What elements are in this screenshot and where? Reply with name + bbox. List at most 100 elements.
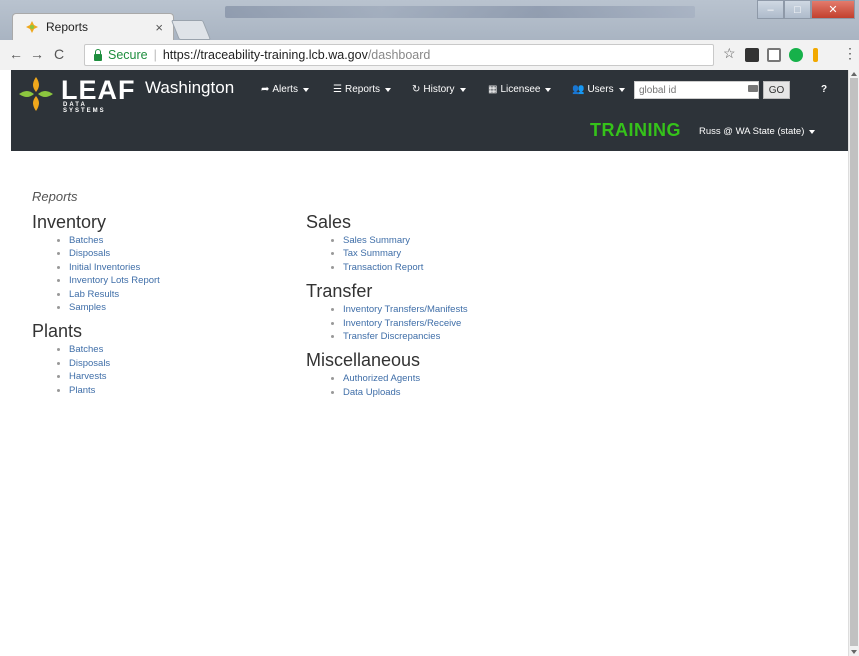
list-item: Batches [69, 343, 160, 356]
report-link[interactable]: Sales Summary [343, 235, 410, 246]
report-link-list: Batches Disposals Harvests Plants [32, 343, 160, 397]
url-host: https://traceability-training.lcb.wa.gov [162, 48, 368, 62]
pocket-extension-icon[interactable] [767, 48, 781, 62]
back-icon[interactable]: ← [9, 46, 23, 62]
report-link[interactable]: Disposals [69, 358, 110, 369]
report-link-list: Batches Disposals Initial Inventories Inven… [32, 234, 160, 314]
scroll-down-icon[interactable] [851, 650, 857, 654]
keyboard-icon[interactable] [748, 85, 758, 92]
menu-alerts-label: Alerts [272, 84, 298, 95]
reports-column-left: Inventory Batches Disposals Initial Invento… [32, 211, 160, 403]
refresh-icon: ↻ [412, 84, 421, 95]
list-item: Sales Summary [343, 234, 468, 247]
report-link[interactable]: Lab Results [69, 289, 119, 300]
report-link-list: Inventory Transfers/Manifests Inventory T… [306, 303, 468, 343]
chevron-down-icon [302, 87, 309, 92]
bookmark-star-icon[interactable]: ☆ [723, 45, 736, 62]
menu-licensee[interactable]: ▦ Licensee [488, 84, 552, 95]
list-item: Tax Summary [343, 247, 468, 260]
report-section-plants: Plants Batches Disposals Harvests Plants [32, 320, 160, 397]
address-bar[interactable]: Secure | https://traceability-training.l… [84, 44, 714, 66]
page-scrollbar[interactable] [848, 70, 859, 656]
forward-icon[interactable]: → [30, 46, 44, 62]
section-heading: Inventory [32, 212, 107, 232]
report-link[interactable]: Inventory Transfers/Manifests [343, 304, 468, 315]
report-link[interactable]: Batches [69, 344, 103, 355]
logo-subtext: DATA SYSTEMS [63, 102, 106, 114]
chevron-down-icon [459, 87, 466, 92]
report-link[interactable]: Samples [69, 302, 106, 313]
browser-tab[interactable]: Reports × [12, 13, 174, 40]
help-button[interactable]: ? [821, 84, 827, 95]
user-menu-label: Russ @ WA State (state) [699, 126, 805, 137]
list-item: Lab Results [69, 288, 160, 301]
report-section-inventory: Inventory Batches Disposals Initial Invento… [32, 211, 160, 314]
list-item: Samples [69, 301, 160, 314]
report-link[interactable]: Tax Summary [343, 248, 401, 259]
minimize-button[interactable]: – [757, 0, 784, 19]
extension-icon[interactable] [745, 48, 759, 62]
secure-label: Secure [108, 48, 148, 62]
report-link[interactable]: Transfer Discrepancies [343, 331, 440, 342]
chevron-down-icon [618, 87, 625, 92]
menu-history-label: History [423, 84, 455, 95]
report-link[interactable]: Authorized Agents [343, 373, 420, 384]
list-item: Inventory Lots Report [69, 274, 160, 287]
report-link[interactable]: Plants [69, 385, 95, 396]
menu-reports-label: Reports [344, 84, 380, 95]
report-section-sales: Sales Sales Summary Tax Summary Transaction… [306, 211, 468, 274]
new-tab-button[interactable] [170, 20, 212, 40]
list-item: Inventory Transfers/Manifests [343, 303, 468, 316]
report-link[interactable]: Data Uploads [343, 387, 401, 398]
report-link[interactable]: Batches [69, 235, 103, 246]
scrollbar-thumb[interactable] [850, 78, 858, 646]
menu-history[interactable]: ↻ History [412, 84, 466, 95]
leaf-logo-icon [19, 77, 53, 111]
grammarly-extension-icon[interactable] [789, 48, 803, 62]
section-heading: Transfer [306, 281, 373, 302]
menu-users[interactable]: 👥 Users [572, 84, 625, 95]
global-id-search-input[interactable] [634, 81, 759, 99]
reports-column-right: Sales Sales Summary Tax Summary Transaction… [306, 211, 468, 405]
report-link[interactable]: Transaction Report [343, 262, 423, 273]
lighthouse-extension-icon[interactable] [813, 48, 818, 62]
report-link[interactable]: Inventory Lots Report [69, 275, 160, 286]
url-path: /dashboard [367, 48, 431, 62]
reload-icon[interactable]: C [54, 46, 64, 62]
share-icon: ➦ [261, 84, 270, 95]
page-title: Reports [32, 189, 78, 204]
tab-title: Reports [46, 20, 89, 34]
state-name: Washington [145, 78, 235, 97]
list-item: Inventory Transfers/Receive [343, 317, 468, 330]
report-link[interactable]: Initial Inventories [69, 262, 140, 273]
address-separator: | [153, 48, 157, 62]
report-link[interactable]: Harvests [69, 371, 106, 382]
menu-users-label: Users [587, 84, 614, 95]
section-heading: Sales [306, 212, 352, 232]
browser-titlebar: Reports × – □ ✕ [0, 0, 859, 40]
go-button[interactable]: GO [763, 81, 790, 99]
menu-alerts[interactable]: ➦ Alerts [261, 84, 309, 95]
section-heading: Miscellaneous [306, 350, 421, 371]
report-link-list: Authorized Agents Data Uploads [306, 372, 468, 399]
chevron-down-icon [809, 129, 816, 134]
list-item: Harvests [69, 370, 160, 383]
leaf-logo[interactable]: LEAF DATA SYSTEMS [17, 75, 135, 115]
lock-icon [94, 48, 102, 61]
reports-page: Reports Inventory Batches Disposals Initial… [11, 151, 848, 656]
scroll-up-icon[interactable] [851, 72, 857, 76]
chevron-down-icon [545, 87, 552, 92]
tab-close-icon[interactable]: × [155, 20, 163, 35]
list-item: Data Uploads [343, 386, 468, 399]
user-menu[interactable]: Russ @ WA State (state) [699, 126, 816, 137]
browser-toolbar: ← → C Secure | https://traceability-trai… [0, 40, 859, 71]
list-icon: ☰ [333, 84, 342, 95]
report-section-transfer: TransferInventory Transfers/ManifestsInv… [306, 280, 468, 343]
report-link[interactable]: Disposals [69, 248, 110, 259]
report-link[interactable]: Inventory Transfers/Receive [343, 318, 461, 329]
close-window-button[interactable]: ✕ [811, 0, 855, 19]
menu-reports[interactable]: ☰ Reports [333, 84, 391, 95]
maximize-button[interactable]: □ [784, 0, 811, 19]
browser-menu-icon[interactable]: ⋮ [843, 45, 857, 62]
list-item: Transfer Discrepancies [343, 330, 468, 343]
